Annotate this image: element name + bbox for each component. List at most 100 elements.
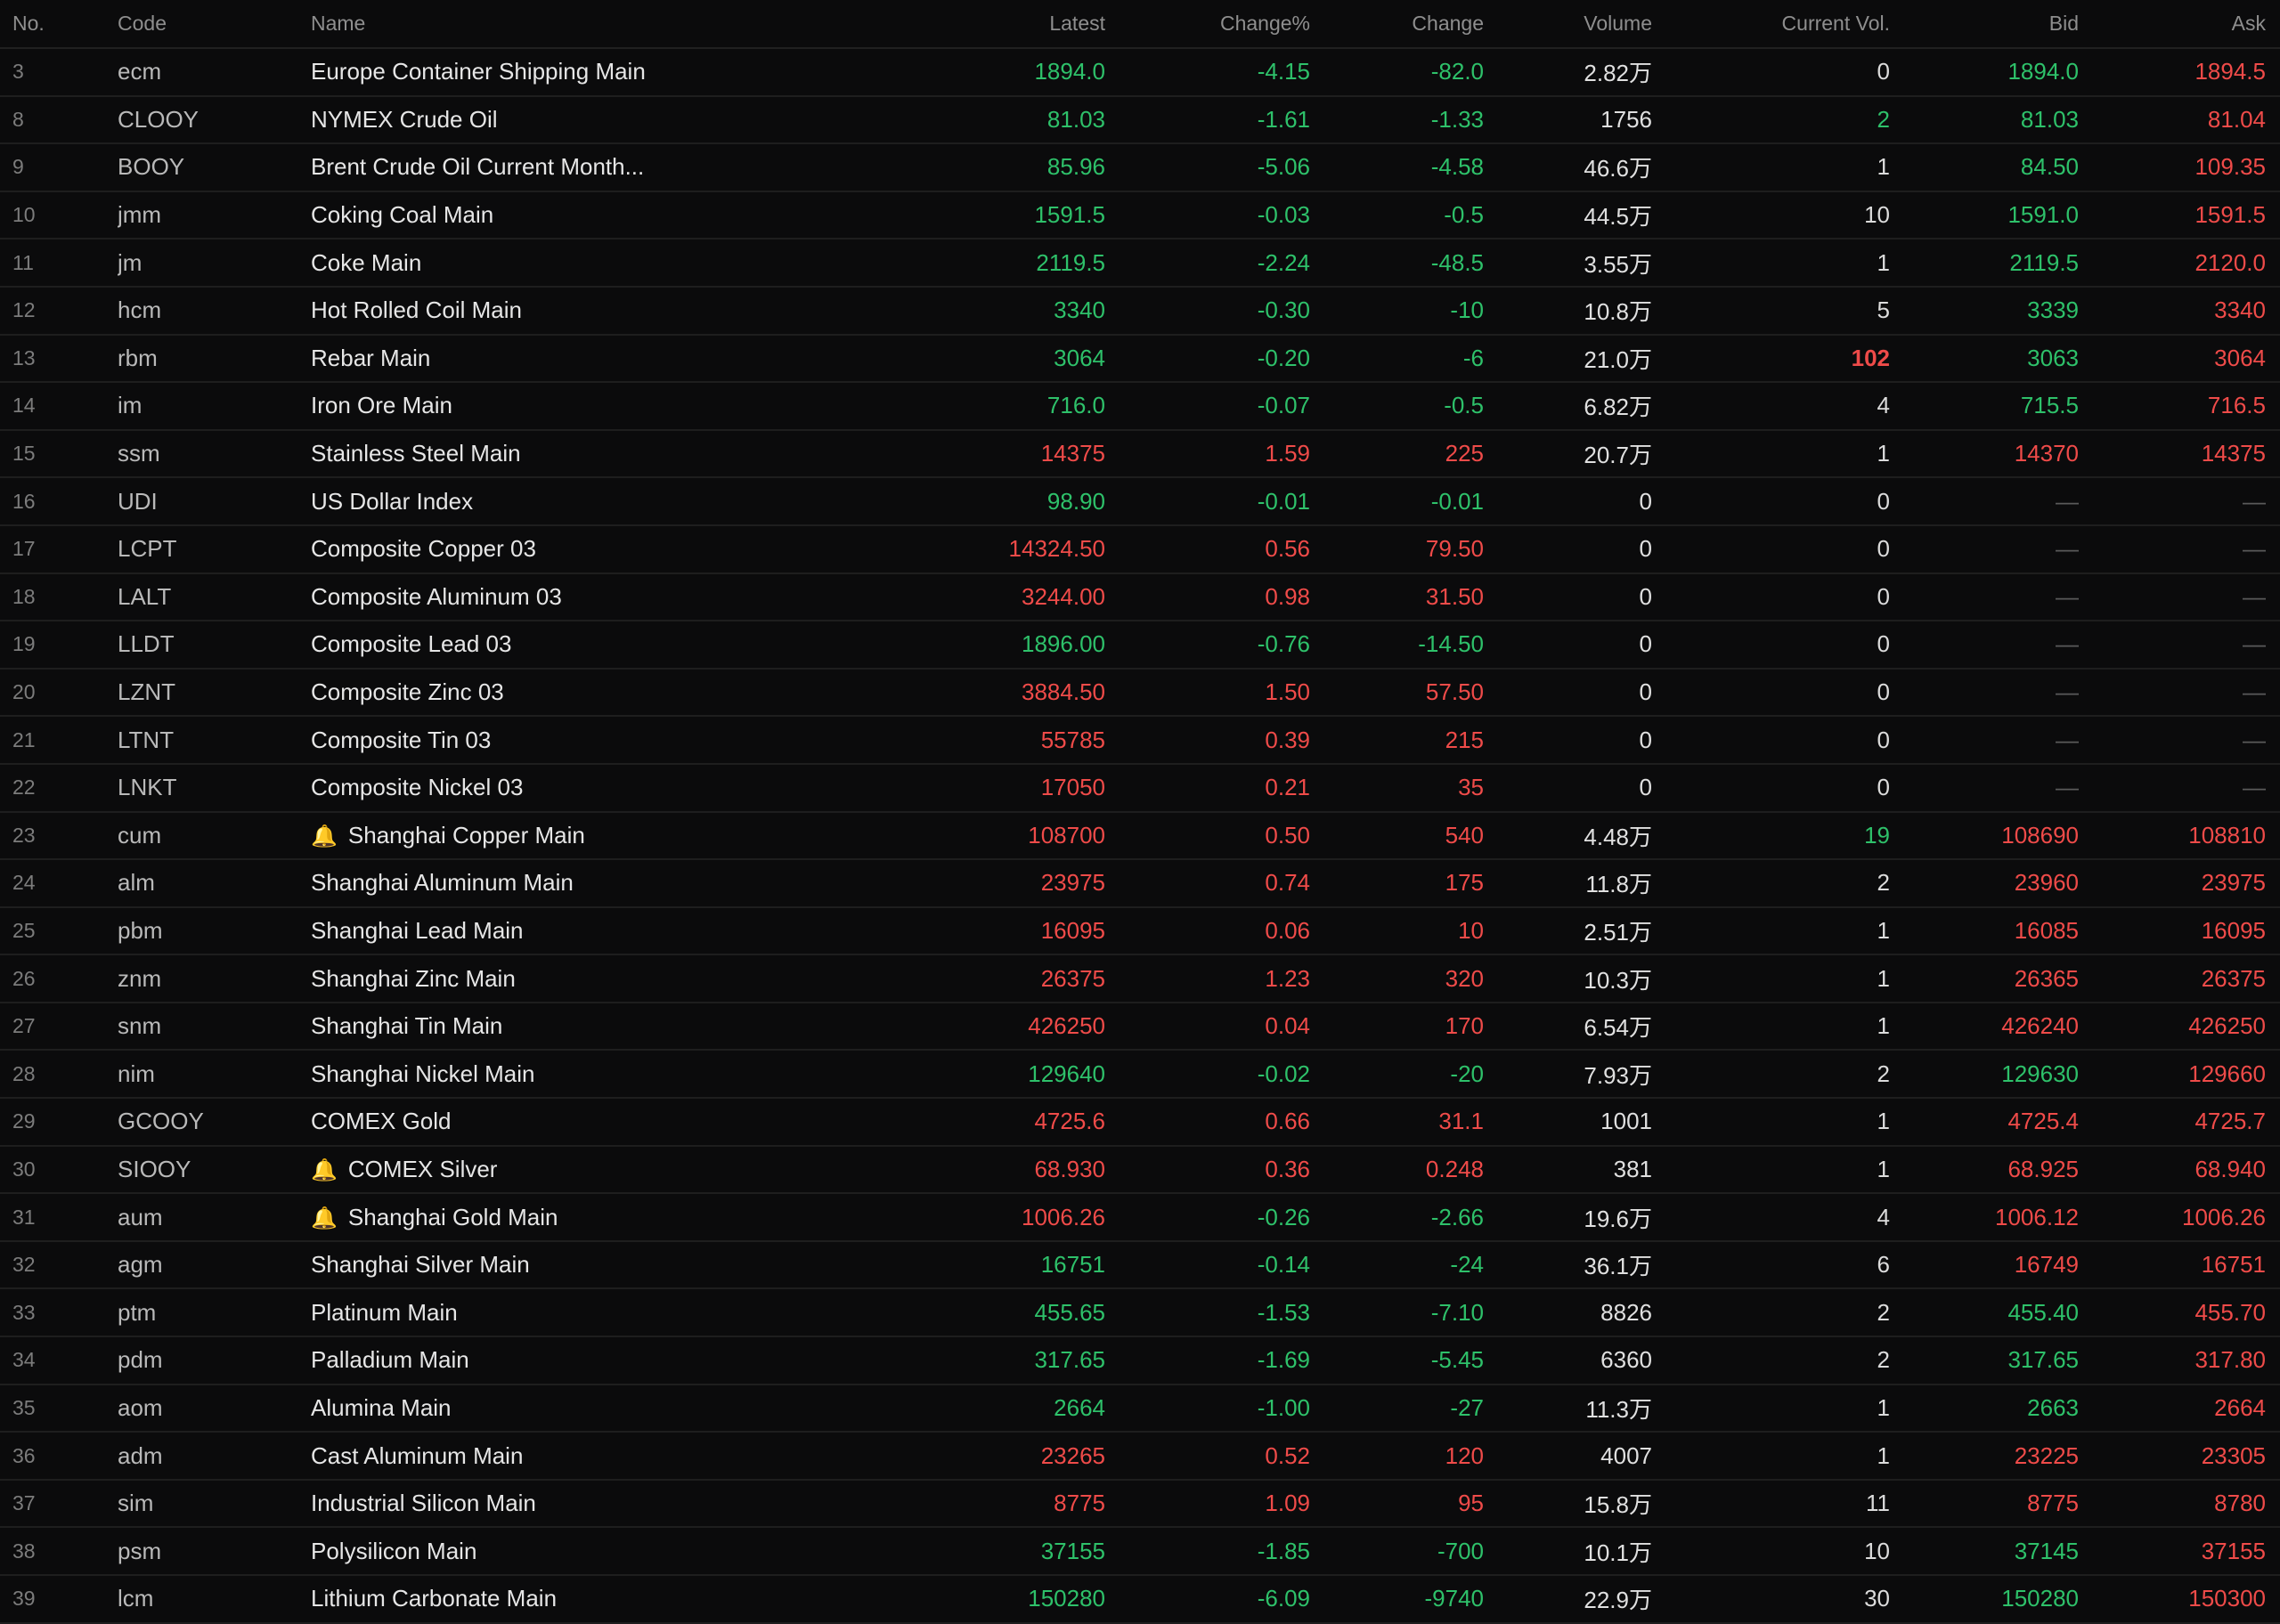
- table-row[interactable]: 11 jm Coke Main 2119.5 -2.24 -48.5 3.55万 1 2119.…: [0, 240, 2280, 288]
- table-row[interactable]: 34 pdm Palladium Main 317.65 -1.69 -5.45 6360 2…: [0, 1337, 2280, 1385]
- table-row[interactable]: 14 im Iron Ore Main 716.0 -0.07 -0.5 6.82万 4 715…: [0, 383, 2280, 431]
- table-row[interactable]: 8 CLOOY NYMEX Crude Oil 81.03 -1.61 -1.33 1756…: [0, 97, 2280, 145]
- row-volume: 0: [1484, 630, 1652, 658]
- table-row[interactable]: 24 alm Shanghai Aluminum Main 23975 0.74 175 1…: [0, 860, 2280, 908]
- table-row[interactable]: 17 LCPT Composite Copper 03 14324.50 0.56 79.…: [0, 526, 2280, 574]
- row-code-text: UDI: [118, 487, 158, 515]
- table-row[interactable]: 32 agm Shanghai Silver Main 16751 -0.14 -24 36…: [0, 1242, 2280, 1290]
- row-ask-text: 109.35: [2194, 153, 2266, 181]
- row-code: LZNT: [118, 678, 311, 706]
- table-row[interactable]: 38 psm Polysilicon Main 37155 -1.85 -700 10.1万…: [0, 1528, 2280, 1576]
- table-row[interactable]: 13 rbm Rebar Main 3064 -0.20 -6 21.0万 102 3063 30…: [0, 336, 2280, 384]
- header-change[interactable]: Change: [1310, 12, 1484, 36]
- row-code-text: ptm: [118, 1298, 157, 1326]
- row-change-pct: -0.20: [1105, 345, 1310, 372]
- bell-alert-icon[interactable]: 🔔: [311, 1206, 338, 1231]
- bell-alert-icon[interactable]: 🔔: [311, 824, 338, 849]
- header-change-pct[interactable]: Change%: [1105, 12, 1310, 36]
- row-bid: 16085: [1890, 917, 2079, 945]
- row-code: psm: [118, 1538, 311, 1565]
- row-ask: 4725.7: [2079, 1108, 2266, 1135]
- row-current-vol: 1: [1652, 153, 1890, 181]
- table-row[interactable]: 18 LALT Composite Aluminum 03 3244.00 0.98 31…: [0, 574, 2280, 622]
- table-row[interactable]: 16 UDI US Dollar Index 98.90 -0.01 -0.01 0 0 — —: [0, 478, 2280, 526]
- table-row[interactable]: 20 LZNT Composite Zinc 03 3884.50 1.50 57.50 0…: [0, 670, 2280, 718]
- table-row[interactable]: 39 lcm Lithium Carbonate Main 150280 -6.09 -9…: [0, 1576, 2280, 1624]
- table-row[interactable]: 19 LLDT Composite Lead 03 1896.00 -0.76 -14.5…: [0, 621, 2280, 670]
- row-no-text: 38: [12, 1539, 36, 1563]
- row-latest: 37155: [729, 1538, 1105, 1565]
- table-row[interactable]: 3 ecm Europe Container Shipping Main 1894.0…: [0, 49, 2280, 97]
- row-name: 🔔 Shanghai Copper Main: [311, 822, 729, 849]
- row-current-vol-text: 10: [1864, 1537, 1890, 1564]
- row-no: 14: [0, 394, 118, 418]
- header-name[interactable]: Name: [311, 12, 729, 36]
- table-row[interactable]: 33 ptm Platinum Main 455.65 -1.53 -7.10 8826 2 4…: [0, 1289, 2280, 1338]
- row-code: snm: [118, 1012, 311, 1040]
- table-row[interactable]: 10 jmm Coking Coal Main 1591.5 -0.03 -0.5 44.5…: [0, 192, 2280, 240]
- table-row[interactable]: 25 pbm Shanghai Lead Main 16095 0.06 10 2.51万 1…: [0, 908, 2280, 956]
- header-latest[interactable]: Latest: [729, 12, 1105, 36]
- header-bid[interactable]: Bid: [1890, 12, 2079, 36]
- table-row[interactable]: 27 snm Shanghai Tin Main 426250 0.04 170 6.54万…: [0, 1003, 2280, 1052]
- header-no[interactable]: No.: [0, 12, 118, 36]
- row-current-vol: 2: [1652, 1060, 1890, 1088]
- row-name-text: Rebar Main: [311, 344, 431, 371]
- row-current-vol-text: 0: [1877, 630, 1890, 658]
- row-current-vol: 2: [1652, 1346, 1890, 1374]
- table-row[interactable]: 26 znm Shanghai Zinc Main 26375 1.23 320 10.3万…: [0, 955, 2280, 1003]
- row-volume: 0: [1484, 535, 1652, 563]
- row-latest: 55785: [729, 727, 1105, 754]
- table-row[interactable]: 36 adm Cast Aluminum Main 23265 0.52 120 4007 1…: [0, 1433, 2280, 1481]
- row-change: 95: [1310, 1490, 1484, 1517]
- row-current-vol: 5: [1652, 296, 1890, 324]
- header-ask[interactable]: Ask: [2079, 12, 2266, 36]
- table-row[interactable]: 9 BOOY Brent Crude Oil Current Month... 85.…: [0, 144, 2280, 192]
- row-latest-text: 81.03: [1046, 105, 1105, 133]
- row-change: -7.10: [1310, 1299, 1484, 1327]
- row-volume-text: 1001: [1600, 1108, 1652, 1135]
- row-name: Rebar Main: [311, 345, 729, 372]
- row-code: rbm: [118, 345, 311, 372]
- header-code[interactable]: Code: [118, 12, 311, 36]
- table-row[interactable]: 22 LNKT Composite Nickel 03 17050 0.21 35 0 0 — —: [0, 765, 2280, 813]
- row-bid: 2663: [1890, 1394, 2079, 1422]
- table-row[interactable]: 29 GCOOY COMEX Gold 4725.6 0.66 31.1 1001 1 4725…: [0, 1099, 2280, 1147]
- row-name-text: Brent Crude Oil Current Month...: [311, 153, 645, 181]
- row-name-text: Composite Aluminum 03: [311, 582, 562, 610]
- row-change-pct: -1.61: [1105, 106, 1310, 134]
- row-latest-text: 1006.26: [1022, 1203, 1105, 1230]
- row-no: 25: [0, 919, 118, 943]
- header-volume[interactable]: Volume: [1484, 12, 1652, 36]
- row-no: 17: [0, 537, 118, 561]
- table-row[interactable]: 37 sim Industrial Silicon Main 8775 1.09 95 15…: [0, 1481, 2280, 1529]
- row-volume: 10.8万: [1484, 294, 1652, 327]
- row-bid: 23225: [1890, 1442, 2079, 1470]
- row-ask: 426250: [2079, 1012, 2266, 1040]
- row-name-text: Coke Main: [311, 248, 422, 276]
- row-current-vol-text: 1: [1877, 153, 1890, 181]
- table-row[interactable]: 15 ssm Stainless Steel Main 14375 1.59 225 20.…: [0, 431, 2280, 479]
- table-row[interactable]: 28 nim Shanghai Nickel Main 129640 -0.02 -20 7…: [0, 1051, 2280, 1100]
- header-current-vol[interactable]: Current Vol.: [1652, 12, 1890, 36]
- row-latest-text: 16751: [1040, 1251, 1105, 1279]
- table-row[interactable]: 12 hcm Hot Rolled Coil Main 3340 -0.30 -10 10.…: [0, 288, 2280, 336]
- table-row[interactable]: 35 aom Alumina Main 2664 -1.00 -27 11.3万 1 2663 2…: [0, 1385, 2280, 1433]
- row-name-text: Shanghai Zinc Main: [311, 964, 516, 992]
- row-ask-text: 1006.26: [2182, 1203, 2266, 1230]
- row-volume-text: 19.6万: [1584, 1205, 1652, 1232]
- row-ask-text: 37155: [2201, 1537, 2266, 1564]
- row-name: Shanghai Tin Main: [311, 1012, 729, 1040]
- bell-alert-icon[interactable]: 🔔: [311, 1157, 338, 1183]
- row-no-text: 37: [12, 1491, 36, 1515]
- row-volume: 11.8万: [1484, 866, 1652, 899]
- row-name: Cast Aluminum Main: [311, 1442, 729, 1470]
- table-row[interactable]: 31 aum 🔔 Shanghai Gold Main 1006.26 -0.26 -2.6…: [0, 1194, 2280, 1242]
- table-row[interactable]: 23 cum 🔔 Shanghai Copper Main 108700 0.50 540 4…: [0, 813, 2280, 861]
- row-no: 33: [0, 1301, 118, 1325]
- row-no: 3: [0, 60, 118, 84]
- row-code: LALT: [118, 583, 311, 611]
- row-code: hcm: [118, 296, 311, 324]
- table-row[interactable]: 21 LTNT Composite Tin 03 55785 0.39 215 0 0 — —: [0, 717, 2280, 765]
- table-row[interactable]: 30 SIOOY 🔔 COMEX Silver 68.930 0.36 0.248 381 1 6…: [0, 1147, 2280, 1195]
